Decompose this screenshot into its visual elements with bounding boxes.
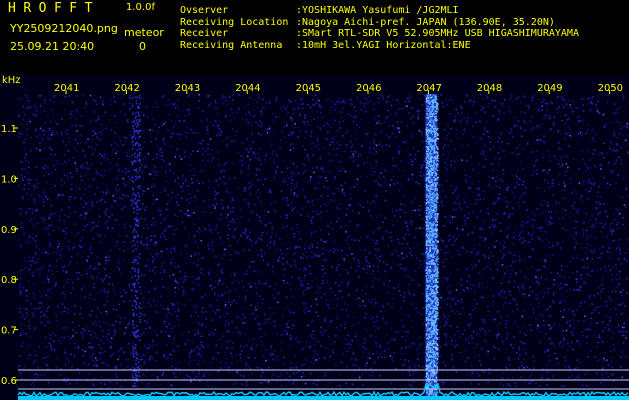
y-tick-label: 0.8	[1, 275, 17, 286]
y-tick-label: 0.6	[1, 376, 17, 387]
version-label: 1.0.0f	[126, 2, 155, 13]
info-value: :YOSHIKAWA Yasufumi /JG2MLI	[296, 5, 459, 16]
y-axis-label: kHz	[2, 75, 21, 86]
x-tick-label: 2042	[114, 83, 139, 94]
spectrum-trace	[17, 382, 629, 400]
x-tick-label: 2047	[416, 83, 441, 94]
x-tick-label: 2045	[296, 83, 321, 94]
x-tick-label: 2043	[175, 83, 200, 94]
datetime-label: 25.09.21 20:40	[10, 40, 95, 53]
y-tick-label: 0.9	[1, 225, 17, 236]
waterfall-svg: 2041 2042 2043 2044 2045 2046 2047 2048 2049 2050…	[1, 75, 629, 400]
info-label: Receiving Antenna	[180, 39, 283, 51]
noise-layer	[18, 94, 629, 388]
x-tick-label: 2046	[356, 83, 381, 94]
meteor-label: meteor	[124, 26, 164, 39]
y-tick-label: 0.7	[1, 326, 17, 337]
x-tick-label: 2041	[54, 83, 79, 94]
y-tick-label: 1.0	[1, 174, 17, 185]
info-label: Ovserver	[180, 5, 229, 16]
x-tick-label: 2044	[235, 83, 260, 94]
info-label: Receiver	[180, 28, 229, 40]
header: HROFFT 1.0.0f YY2509212040.png 25.09.21 …	[0, 0, 629, 74]
info-value: :SMart RTL-SDR V5 52.905MHz USB HIGASHIM…	[296, 28, 579, 40]
info-label: Receiving Location	[180, 16, 289, 28]
x-tick-label: 2050	[598, 83, 623, 94]
meteor-count: 0	[139, 40, 146, 53]
info-value: :10mH 3el.YAGI Horizontal:ENE	[296, 39, 471, 51]
waterfall-plot: 2041 2042 2043 2044 2045 2046 2047 2048 2049 2050…	[0, 74, 629, 400]
app-title: HROFFT	[8, 1, 100, 16]
reference-lines	[18, 369, 629, 390]
x-tick-label: 2049	[537, 83, 562, 94]
filename-label: YY2509212040.png	[10, 22, 118, 35]
info-value: :Nagoya Aichi-pref. JAPAN (136.90E, 35.2…	[296, 16, 555, 28]
y-tick-label: 1.1	[1, 124, 17, 135]
x-tick-label: 2048	[477, 83, 502, 94]
signal-layer	[131, 94, 439, 398]
